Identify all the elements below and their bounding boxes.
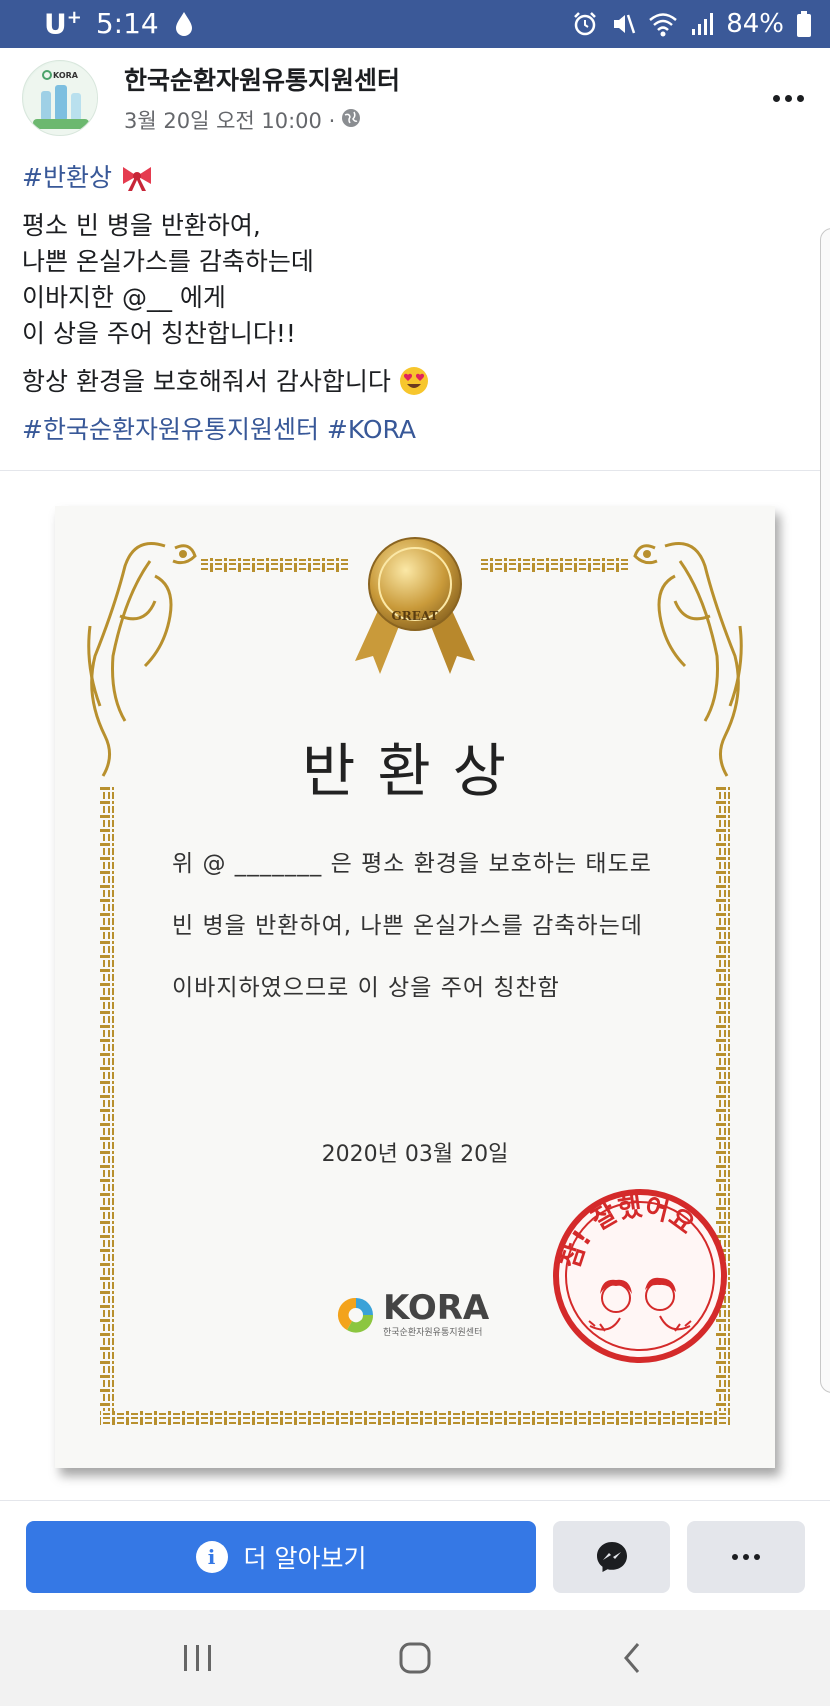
signal-icon: [690, 11, 714, 37]
kora-logo: KORA 한국순환자원유통지원센터: [335, 1291, 489, 1338]
mute-icon: [610, 11, 636, 37]
battery-icon: [796, 10, 812, 38]
messenger-icon: [596, 1542, 627, 1572]
home-button[interactable]: [375, 1628, 455, 1688]
action-bar: i 더 알아보기: [0, 1500, 830, 1610]
post-timestamp[interactable]: 3월 20일 오전 10:00 ·: [124, 105, 335, 135]
info-icon: i: [195, 1541, 228, 1573]
post-options-button[interactable]: [766, 78, 810, 118]
post-line: 이 상을 주어 칭찬합니다!!: [22, 319, 296, 348]
certificate: GREAT 반환상 위 @ _______ 은 평소 환경을 보호하는 태도로 …: [55, 506, 775, 1468]
certificate-text-line: 빈 병을 반환하여, 나쁜 온실가스를 감축하는데: [172, 913, 643, 939]
recent-apps-icon: [184, 1645, 212, 1671]
avatar[interactable]: KORA: [22, 60, 98, 136]
status-bar: U+ 5:14 84%: [0, 0, 830, 48]
messenger-button[interactable]: [553, 1521, 670, 1593]
certificate-date: 2020년 03월 20일: [321, 1142, 509, 1167]
edge-panel-handle[interactable]: [820, 228, 830, 1393]
kora-logo-icon: [337, 1297, 374, 1333]
alarm-icon: [572, 11, 598, 37]
stamp-seal: 참! 잘했어요: [553, 1189, 727, 1363]
svg-text:KORA: KORA: [53, 71, 79, 80]
kora-logo-subtitle: 한국순환자원유통지원센터: [383, 1328, 483, 1338]
post-line: 나쁜 온실가스를 감축하는데: [22, 247, 314, 276]
more-actions-button[interactable]: [687, 1521, 805, 1593]
medal-label: GREAT: [391, 609, 439, 623]
post-line: 평소 빈 병을 반환하여,: [22, 211, 261, 240]
clock: 5:14: [95, 7, 159, 41]
page-name[interactable]: 한국순환자원유통지원센터: [124, 61, 400, 97]
carrier-label: U+: [44, 7, 82, 41]
back-icon: [623, 1643, 639, 1673]
post-text: #반환상 평소 빈 병을 반환하여, 나쁜 온실가스를 감축하는데 이바지한 @…: [22, 160, 812, 460]
post-header: KORA 한국순환자원유통지원센터 3월 20일 오전 10:00 ·: [0, 48, 830, 148]
certificate-text-line: 이바지하였으므로 이 상을 주어 칭찬함: [172, 975, 560, 1001]
recent-apps-button[interactable]: [158, 1628, 238, 1688]
post-line: 이바지한 @__ 에게: [22, 283, 226, 312]
navigation-bar: [0, 1610, 830, 1706]
certificate-text-line: 위 @ _______ 은 평소 환경을 보호하는 태도로: [172, 851, 652, 877]
battery-percent: 84%: [726, 9, 784, 39]
thanks-line: 항상 환경을 보호해줘서 감사합니다: [22, 367, 391, 396]
post-image[interactable]: GREAT 반환상 위 @ _______ 은 평소 환경을 보호하는 태도로 …: [0, 470, 830, 1500]
wifi-icon: [648, 11, 678, 37]
globe-icon: [341, 108, 361, 133]
kora-logo-text: KORA: [383, 1288, 490, 1328]
water-drop-icon: [173, 10, 195, 38]
back-button[interactable]: [592, 1628, 672, 1688]
certificate-title: 반환상: [301, 737, 529, 805]
learn-more-label: 더 알아보기: [243, 1544, 367, 1573]
hashtag-links[interactable]: #한국순환자원유통지원센터 #KORA: [22, 415, 416, 444]
learn-more-button[interactable]: i 더 알아보기: [26, 1521, 536, 1593]
heart-eyes-emoji-icon: [399, 367, 429, 396]
hashtag-link[interactable]: #반환상: [22, 163, 112, 192]
ribbon-icon: [120, 163, 154, 192]
home-icon: [399, 1642, 431, 1674]
